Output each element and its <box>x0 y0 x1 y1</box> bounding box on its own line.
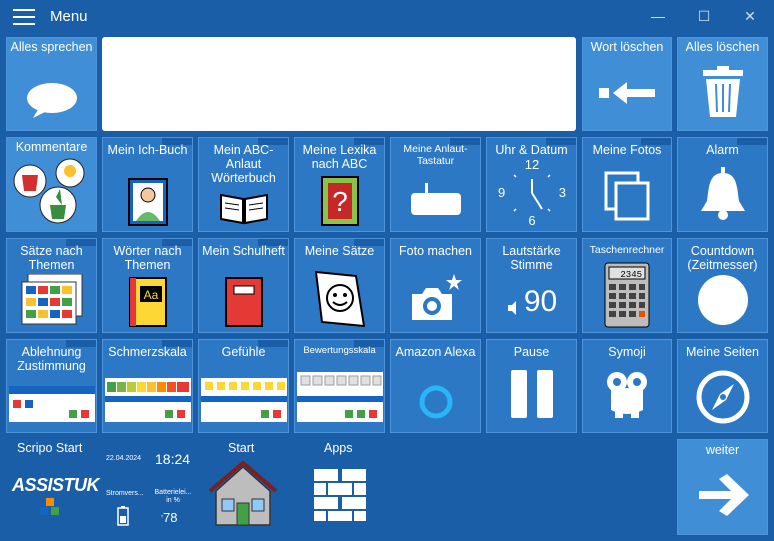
close-button[interactable]: ✕ <box>740 6 760 26</box>
clock-icon: 12 3 6 9 <box>487 155 576 229</box>
bottom-bar: Scripo Start ASSISTUK 22.04.2024 18:24 S… <box>0 435 774 541</box>
apps-grid-icon[interactable] <box>314 469 366 526</box>
open-book-icon <box>199 191 288 225</box>
saetze-themen-tile[interactable]: Sätze nach Themen <box>6 238 97 333</box>
countdown-tile[interactable]: Countdown (Zeitmesser) <box>677 238 768 333</box>
battery-value: 78 <box>163 510 178 525</box>
svg-text:Aa: Aa <box>143 288 158 302</box>
schmerzskala-tile[interactable]: Schmerzskala <box>102 339 193 433</box>
arrow-right-icon <box>678 474 767 516</box>
alarm-tile[interactable]: Alarm <box>677 137 768 232</box>
speak-all-button[interactable]: Alles sprechen <box>6 37 97 131</box>
speaker-icon <box>507 301 516 315</box>
minimize-button[interactable]: — <box>648 6 668 26</box>
abc-book-icon: Aa <box>103 276 192 328</box>
symoji-tile[interactable]: Symoji <box>582 339 672 433</box>
time-display: 18:24 <box>155 451 191 467</box>
lautstaerke-tile[interactable]: Lautstärke Stimme 90 <box>486 238 577 333</box>
bewertungsskala-tile[interactable]: Bewertungsskala <box>294 339 385 433</box>
ich-buch-tile[interactable]: Mein Ich-Buch <box>102 137 193 232</box>
svg-text:2345: 2345 <box>620 270 642 280</box>
battery-label: Batterielei... in % <box>154 489 192 504</box>
scripo-start-label: Scripo Start <box>17 441 83 455</box>
woerter-themen-tile[interactable]: Wörter nach Themen Aa <box>102 238 193 333</box>
question-book-icon: ? <box>295 175 384 227</box>
message-text-field[interactable] <box>102 37 576 131</box>
svg-text:?: ? <box>332 186 348 217</box>
date-display: 22.04.2024 <box>106 455 142 462</box>
meine-fotos-tile[interactable]: Meine Fotos <box>582 137 672 232</box>
taschenrechner-tile[interactable]: Taschenrechner 2345 <box>582 238 672 333</box>
window-title: Menu <box>50 8 88 25</box>
anlaut-tastatur-tile[interactable]: Meine Anlaut-Tastatur <box>390 137 481 232</box>
svg-text:3: 3 <box>558 185 565 200</box>
timer-icon <box>678 274 767 326</box>
power-label: Stromvers... <box>106 490 144 497</box>
photos-icon <box>583 171 671 221</box>
lexika-tile[interactable]: Meine Lexika nach ABC ? <box>294 137 385 232</box>
camera-icon <box>391 272 480 322</box>
gefuehle-tile[interactable]: Gefühle <box>198 339 289 433</box>
comments-tile[interactable]: Kommentare <box>6 137 97 232</box>
bell-icon <box>678 167 767 221</box>
alexa-tile[interactable]: Amazon Alexa <box>390 339 481 433</box>
meine-seiten-tile[interactable]: Meine Seiten <box>677 339 768 433</box>
svg-text:9: 9 <box>498 185 505 200</box>
compass-icon <box>678 370 767 424</box>
backspace-arrow-icon <box>583 78 671 108</box>
maximize-button[interactable]: ☐ <box>694 6 714 26</box>
svg-text:12: 12 <box>524 157 538 172</box>
yes-no-scale-icon <box>7 386 96 422</box>
calculator-icon: 2345 <box>583 262 671 328</box>
abc-woerterbuch-tile[interactable]: Mein ABC-Anlaut Wörterbuch <box>198 137 289 232</box>
start-label: Start <box>228 441 255 455</box>
weiter-button[interactable]: weiter <box>677 439 768 535</box>
home-house-icon[interactable] <box>208 460 278 532</box>
schulheft-tile[interactable]: Mein Schulheft <box>198 238 289 333</box>
uhr-datum-tile[interactable]: Uhr & Datum 12 3 6 9 <box>486 137 577 232</box>
smiley-book-icon <box>295 270 384 328</box>
meine-saetze-tile[interactable]: Meine Sätze <box>294 238 385 333</box>
svg-text:6: 6 <box>528 213 535 228</box>
title-bar: Menu — ☐ ✕ <box>0 0 774 34</box>
symbol-grid-icon <box>7 274 96 326</box>
speech-bubble-icon <box>7 80 96 120</box>
notebook-icon <box>199 276 288 328</box>
hamburger-menu-icon[interactable] <box>13 9 35 25</box>
keyboard-icon <box>391 183 480 215</box>
apps-label: Apps <box>324 441 353 455</box>
plug-battery-icon <box>117 506 129 526</box>
emotions-grid-icon <box>199 378 288 422</box>
volume-value: 90 <box>523 285 558 318</box>
assistuk-logo[interactable]: ASSISTUK <box>12 475 100 496</box>
trash-icon <box>678 66 767 118</box>
foto-machen-tile[interactable]: Foto machen <box>390 238 481 333</box>
pain-scale-icon <box>103 378 192 422</box>
ablehnung-tile[interactable]: Ablehnung Zustimmung <box>6 339 97 433</box>
pause-icon <box>487 370 576 418</box>
rating-scale-icon <box>295 372 384 422</box>
feedback-thumbs-icon <box>7 157 96 225</box>
book-person-icon <box>103 177 192 227</box>
delete-word-button[interactable]: Wort löschen <box>582 37 672 131</box>
alexa-icon <box>391 384 480 420</box>
symoji-character-icon <box>583 370 671 418</box>
pause-tile[interactable]: Pause <box>486 339 577 433</box>
blocks-icon <box>40 498 60 516</box>
delete-all-button[interactable]: Alles löschen <box>677 37 768 131</box>
